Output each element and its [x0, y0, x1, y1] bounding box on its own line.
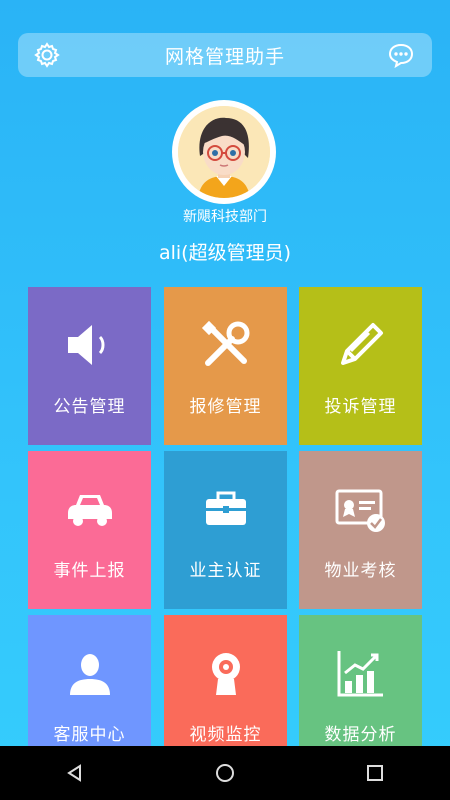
- tile-label: 投诉管理: [324, 397, 397, 417]
- speaker-icon: [67, 325, 104, 365]
- webcam-icon: [211, 653, 240, 695]
- tile-event-report[interactable]: 事件上报: [28, 451, 151, 609]
- tile-label: 物业考核: [324, 561, 397, 581]
- recents-icon[interactable]: [345, 753, 405, 793]
- tile-label: 报修管理: [189, 397, 262, 417]
- user-name: ali(超级管理员): [158, 242, 292, 264]
- certificate-icon: [335, 489, 385, 532]
- tile-label: 客服中心: [53, 725, 126, 745]
- tile-complaint[interactable]: 投诉管理: [299, 287, 422, 445]
- chat-bubble-icon[interactable]: [387, 41, 415, 69]
- tile-label: 事件上报: [53, 561, 126, 581]
- app-title: 网格管理助手: [164, 45, 285, 68]
- tools-icon: [201, 320, 249, 366]
- app-header: 网格管理助手: [18, 33, 432, 77]
- tile-label: 视频监控: [189, 725, 262, 745]
- system-nav-bar: [0, 746, 450, 800]
- avatar[interactable]: [172, 100, 276, 204]
- car-icon: [67, 495, 112, 526]
- home-icon[interactable]: [195, 753, 255, 793]
- pencil-icon: [340, 323, 383, 365]
- department-name: 新飓科技部门: [183, 209, 267, 225]
- tile-property-assess[interactable]: 物业考核: [299, 451, 422, 609]
- tile-label: 数据分析: [324, 725, 397, 745]
- tile-label: 公告管理: [53, 397, 126, 417]
- cartoon-user-avatar: [178, 106, 270, 198]
- tile-owner-verify[interactable]: 业主认证: [164, 451, 287, 609]
- tile-announcement[interactable]: 公告管理: [28, 287, 151, 445]
- tile-repair[interactable]: 报修管理: [164, 287, 287, 445]
- toolbox-icon: [205, 491, 246, 525]
- gear-icon[interactable]: [33, 41, 61, 69]
- person-icon: [69, 654, 110, 695]
- back-icon[interactable]: [45, 753, 105, 793]
- bar-chart-icon: [337, 651, 383, 697]
- tile-label: 业主认证: [189, 561, 262, 581]
